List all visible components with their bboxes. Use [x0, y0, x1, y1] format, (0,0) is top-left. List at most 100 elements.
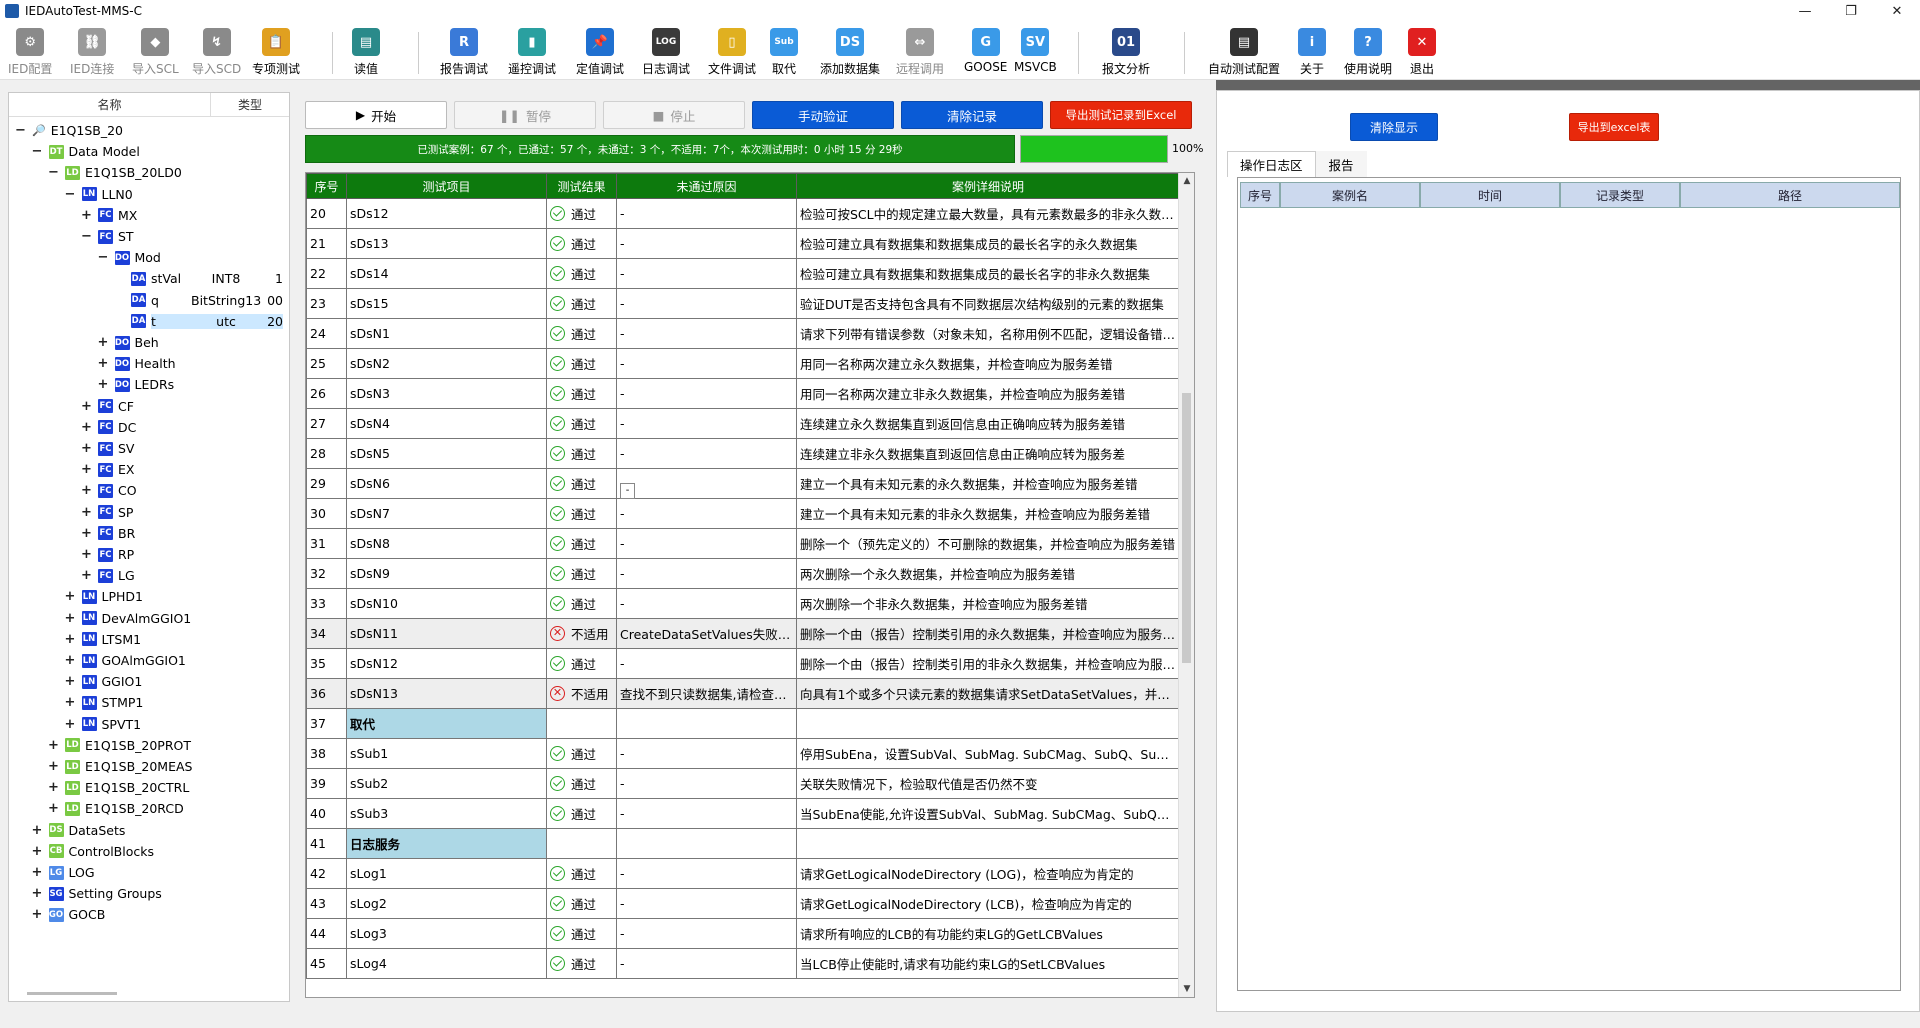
pause-button[interactable]: ❚❚ 暂停	[454, 101, 596, 129]
toolbar-button-14[interactable]: G GOOSE	[964, 28, 1007, 78]
expand-icon[interactable]: +	[48, 801, 59, 816]
collapse-icon[interactable]: −	[81, 229, 92, 244]
toolbar-button-7[interactable]: ▮ 遥控调试	[508, 28, 556, 78]
expand-icon[interactable]: +	[98, 356, 109, 371]
expand-icon[interactable]: +	[81, 399, 92, 414]
table-row[interactable]: 39 sSub2 通过 - 关联失败情况下，检验取代值是否仍然不变	[306, 768, 1180, 799]
table-row[interactable]: 20 sDs12 通过 - 检验可按SCL中的规定建立最大数量，具有元素数最多的非永久数…	[306, 198, 1180, 229]
close-window-button[interactable]: ✕	[1874, 0, 1920, 22]
expand-icon[interactable]: +	[81, 526, 92, 541]
toolbar-button-5[interactable]: ▤ 读值	[352, 28, 380, 78]
expand-icon[interactable]: +	[32, 886, 43, 901]
tree-node[interactable]: + FC BR	[81, 523, 135, 544]
column-header[interactable]: 测试项目	[346, 173, 547, 199]
tree-node[interactable]: DA stVal INT8 1	[114, 268, 283, 289]
clear-display-button[interactable]: 清除显示	[1350, 113, 1438, 141]
expand-icon[interactable]: +	[65, 717, 76, 732]
expand-icon[interactable]: +	[81, 568, 92, 583]
tree-node[interactable]: + GO GOCB	[32, 904, 106, 925]
expand-icon[interactable]: +	[81, 483, 92, 498]
table-row[interactable]: 23 sDs15 通过 - 验证DUT是否支持包含具有不同数据层次结构级别的元素的数据集	[306, 288, 1180, 319]
column-header[interactable]: 序号	[306, 173, 347, 199]
table-row[interactable]: 32 sDsN9 通过 - 两次删除一个永久数据集，并检查响应为服务差错	[306, 558, 1180, 589]
expand-icon[interactable]: +	[81, 547, 92, 562]
tree-node[interactable]: + FC SV	[81, 438, 134, 459]
table-row[interactable]: 33 sDsN10 通过 - 两次删除一个非永久数据集，并检查响应为服务差错	[306, 588, 1180, 619]
table-row[interactable]: 21 sDs13 通过 - 检验可建立具有数据集和数据集成员的最长名字的永久数据集	[306, 228, 1180, 259]
toolbar-button-18[interactable]: i 关于	[1298, 28, 1326, 78]
expand-icon[interactable]: +	[81, 420, 92, 435]
tree-node[interactable]: + LN GGIO1	[65, 671, 143, 692]
toolbar-button-16[interactable]: 01 报文分析	[1102, 28, 1150, 78]
tree-node[interactable]: − 🔎 E1Q1SB_20	[15, 120, 123, 141]
log-col-type[interactable]: 记录类型	[1560, 182, 1680, 208]
table-row[interactable]: 24 sDsN1 通过 - 请求下列带有错误参数（对象未知，名称用例不匹配，逻辑设备错误…	[306, 318, 1180, 349]
scroll-up-icon[interactable]: ▲	[1179, 173, 1194, 189]
table-row[interactable]: 28 sDsN5 通过 - 连续建立非永久数据集直到返回信息由正确响应转为服务差	[306, 438, 1180, 469]
tree-col-type[interactable]: 类型	[211, 93, 289, 116]
toolbar-button-15[interactable]: SV MSVCB	[1014, 28, 1057, 78]
tree-node[interactable]: + FC RP	[81, 544, 134, 565]
table-row[interactable]: 26 sDsN3 通过 - 用同一名称两次建立非永久数据集，并检查响应为服务差错	[306, 378, 1180, 409]
collapse-icon[interactable]: −	[32, 144, 43, 159]
tree-node[interactable]: + LN GOAlmGGIO1	[65, 650, 186, 671]
table-row[interactable]: 30 sDsN7 通过 - 建立一个具有未知元素的非永久数据集，并检查响应为服务差错	[306, 498, 1180, 529]
log-col-no[interactable]: 序号	[1240, 182, 1280, 208]
tree-node[interactable]: + SG Setting Groups	[32, 883, 162, 904]
tree-node[interactable]: + CB ControlBlocks	[32, 841, 154, 862]
tree-node[interactable]: + DS DataSets	[32, 820, 126, 841]
expand-icon[interactable]: +	[81, 441, 92, 456]
scroll-down-icon[interactable]: ▼	[1179, 981, 1194, 997]
tree-node[interactable]: + DO Health	[98, 353, 176, 374]
tree-node[interactable]: + FC SP	[81, 502, 133, 523]
expand-icon[interactable]: +	[81, 208, 92, 223]
expand-icon[interactable]: +	[32, 844, 43, 859]
log-col-case[interactable]: 案例名	[1280, 182, 1420, 208]
table-row[interactable]: 41 日志服务	[306, 828, 1180, 859]
toolbar-button-19[interactable]: ? 使用说明	[1344, 28, 1392, 78]
tree-node[interactable]: + LG LOG	[32, 862, 95, 883]
expand-icon[interactable]: +	[65, 674, 76, 689]
column-header[interactable]: 案例详细说明	[796, 173, 1180, 199]
export-excel-button[interactable]: 导出测试记录到Excel	[1050, 101, 1192, 129]
tree-node[interactable]: + LN LTSM1	[65, 629, 142, 650]
expand-icon[interactable]: +	[81, 505, 92, 520]
stop-button[interactable]: ■ 停止	[603, 101, 745, 129]
toolbar-button-13[interactable]: ⇔ 远程调用	[896, 28, 944, 78]
collapse-icon[interactable]: −	[65, 187, 76, 202]
expand-icon[interactable]: +	[65, 695, 76, 710]
toolbar-button-8[interactable]: 📌 定值调试	[576, 28, 624, 78]
table-row[interactable]: 37 取代	[306, 708, 1180, 739]
tree-node[interactable]: DA t utc 20	[114, 311, 283, 332]
toolbar-button-2[interactable]: ◆ 导入SCL	[132, 28, 179, 78]
start-button[interactable]: ▶ 开始	[305, 101, 447, 129]
table-row[interactable]: 36 sDsN13 ✕ 不适用 查找不到只读数据集,请检查配... 向具有1个或多个只读元…	[306, 678, 1180, 709]
table-row[interactable]: 22 sDs14 通过 - 检验可建立具有数据集和数据集成员的最长名字的非永久数据集	[306, 258, 1180, 289]
tree-node[interactable]: + LD E1Q1SB_20CTRL	[48, 777, 189, 798]
tree-node[interactable]: + LN LPHD1	[65, 586, 143, 607]
tree-col-name[interactable]: 名称	[9, 93, 211, 116]
tree-node[interactable]: + LN SPVT1	[65, 714, 142, 735]
expand-icon[interactable]: +	[32, 865, 43, 880]
collapse-icon[interactable]: −	[98, 250, 109, 265]
tree-node[interactable]: DA q BitString13 00	[114, 290, 283, 311]
expand-icon[interactable]: +	[81, 462, 92, 477]
toolbar-button-20[interactable]: ✕ 退出	[1408, 28, 1436, 78]
toolbar-button-12[interactable]: DS 添加数据集	[820, 28, 880, 78]
column-header[interactable]: 未通过原因	[616, 173, 797, 199]
minimize-button[interactable]: —	[1782, 0, 1828, 22]
table-row[interactable]: 34 sDsN11 ✕ 不适用 CreateDataSetValues失败,无... 删除…	[306, 618, 1180, 649]
table-row[interactable]: 29 sDsN6 通过 - 建立一个具有未知元素的永久数据集，并检查响应为服务差错	[306, 468, 1180, 499]
collapse-icon[interactable]: −	[48, 165, 59, 180]
maximize-button[interactable]: ❐	[1828, 0, 1874, 22]
table-row[interactable]: 45 sLog4 通过 - 当LCB停止使能时,请求有功能约束LG的SetLCBValu…	[306, 948, 1180, 979]
toolbar-button-4[interactable]: 📋 专项测试	[252, 28, 300, 78]
tree-node[interactable]: + FC CF	[81, 396, 134, 417]
table-row[interactable]: 27 sDsN4 通过 - 连续建立永久数据集直到返回信息由正确响应转为服务差错	[306, 408, 1180, 439]
tree-node[interactable]: − FC ST	[81, 226, 134, 247]
tree-node[interactable]: + FC EX	[81, 459, 134, 480]
tree-node[interactable]: − DT Data Model	[32, 141, 140, 162]
toolbar-button-9[interactable]: LOG 日志调试	[642, 28, 690, 78]
collapse-icon[interactable]: −	[15, 123, 26, 138]
tree-node[interactable]: + FC LG	[81, 565, 135, 586]
